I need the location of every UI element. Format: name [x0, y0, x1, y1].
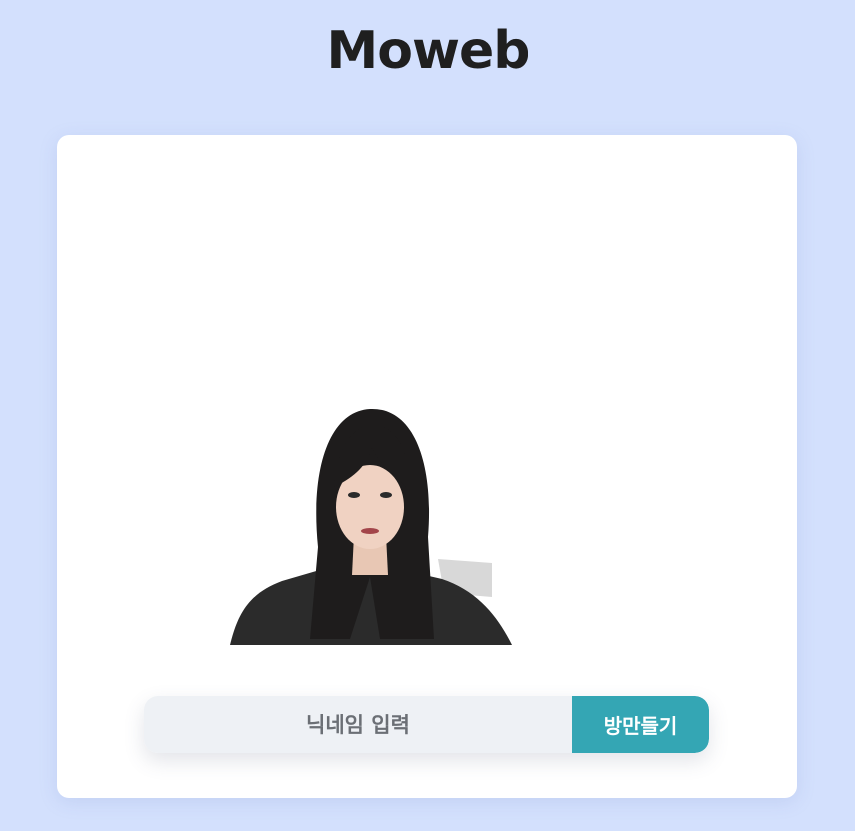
logo-text: Moweb	[328, 21, 528, 81]
mouth	[361, 528, 379, 534]
room-card: 방만들기	[57, 135, 797, 798]
app-logo: Moweb	[0, 14, 855, 88]
video-preview	[230, 408, 512, 645]
nickname-input[interactable]	[144, 696, 572, 753]
create-room-button[interactable]: 방만들기	[572, 696, 709, 753]
logo-wordmark: Moweb	[328, 21, 528, 81]
left-eye	[348, 492, 360, 498]
create-room-form: 방만들기	[144, 696, 709, 753]
right-eye	[380, 492, 392, 498]
